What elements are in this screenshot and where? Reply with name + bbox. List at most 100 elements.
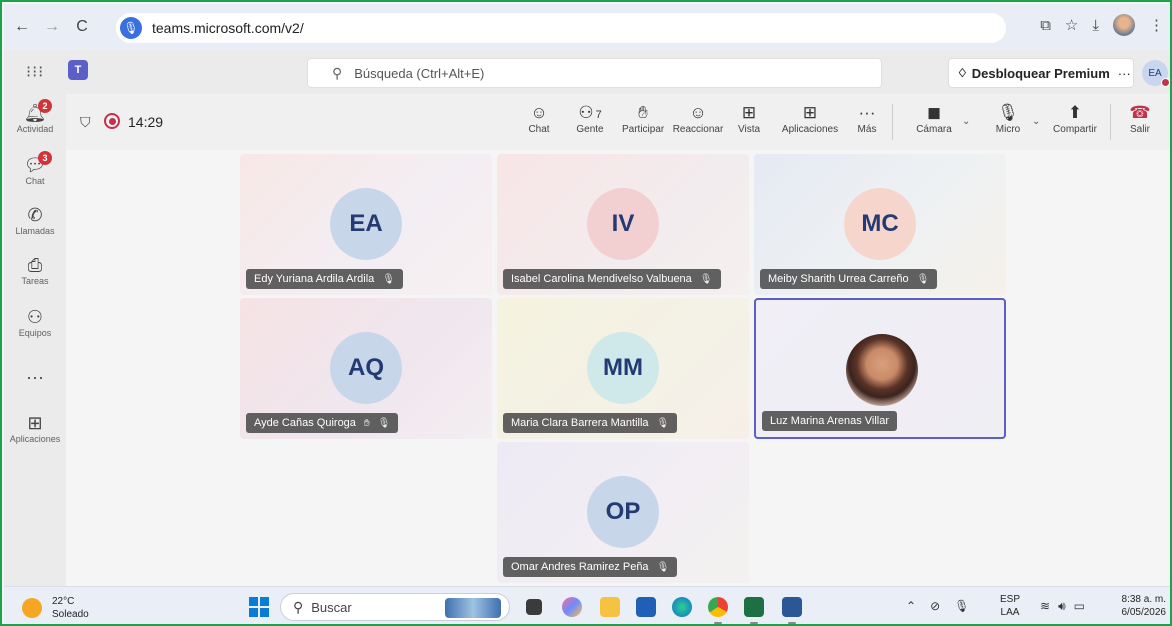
mic-tray-icon[interactable]: 🎙︎ [954, 599, 969, 613]
rail-label-apps: Aplicaciones [9, 434, 61, 444]
grid-icon: ⊞ [741, 103, 757, 122]
apps-button[interactable]: ⊞ Aplicaciones [780, 102, 840, 135]
battery-icon: ▭ [1073, 599, 1085, 613]
store-icon[interactable] [636, 597, 656, 617]
quick-settings[interactable]: ≋ 🔊︎ ▭ [1040, 599, 1085, 614]
reload-icon[interactable]: C [70, 15, 94, 39]
avatar: AQ [330, 332, 402, 404]
mic-options-icon[interactable]: ⌄ [1032, 116, 1040, 127]
rail-item-tasks[interactable]: ⎙ Tareas [4, 254, 66, 286]
word-icon[interactable] [782, 597, 802, 624]
chat-button[interactable]: ☺ Chat [528, 102, 550, 135]
view-button[interactable]: ⊞ Vista [738, 102, 760, 135]
share-button[interactable]: ⬆︎ Compartir [1050, 102, 1100, 135]
excel-icon[interactable] [744, 597, 764, 624]
participant-tile[interactable]: MM Maria Clara Barrera Mantilla 🎙︎ [497, 298, 749, 439]
shield-icon: ⛉ [80, 114, 91, 130]
participant-name-tag: Meiby Sharith Urrea Carreño 🎙︎ [760, 269, 938, 289]
rail-item-more[interactable]: ··· [4, 366, 66, 388]
task-view-icon[interactable] [526, 599, 542, 615]
teams-header: ⁝⁝⁝ T ⚲ Búsqueda (Ctrl+Alt+E) ♢ Desbloqu… [4, 50, 1170, 94]
mic-label: Micro [995, 124, 1021, 135]
weather-widget[interactable]: 22°C Soleado [22, 595, 89, 621]
participant-tile[interactable]: AQ Ayde Cañas Quiroga ✋︎ 🎙︎ [240, 298, 492, 439]
mic-permission-icon[interactable]: 🎙 [120, 17, 142, 39]
system-tray: ⌃ ⊘ 🎙︎ [906, 599, 969, 613]
participant-tile[interactable]: EA Edy Yuriana Ardila Ardila 🎙︎ [240, 154, 492, 295]
mic-off-icon: 🎙︎ [377, 417, 391, 429]
raise-hand-button[interactable]: ✋︎ Participar [622, 102, 664, 135]
user-initials: EA [1148, 67, 1162, 79]
bell-icon: 🔔︎ 2 [4, 99, 66, 124]
divider [892, 104, 893, 140]
mic-button[interactable]: 🎙︎ Micro [992, 102, 1024, 135]
leave-button[interactable]: ☎︎ Salir [1128, 102, 1152, 135]
rail-label-chat: Chat [25, 176, 45, 186]
camera-label: Cámara [916, 124, 952, 135]
share-label: Compartir [1053, 124, 1097, 135]
rail-item-calls[interactable]: ✆ Llamadas [4, 204, 66, 236]
back-icon[interactable]: ← [10, 15, 34, 39]
teams-logo-icon: T [68, 60, 88, 80]
show-hidden-icons-icon[interactable]: ⌃ [906, 599, 916, 613]
rail-item-chat[interactable]: 💬︎ 3 Chat [4, 151, 66, 186]
diamond-icon: ♢ [957, 66, 968, 80]
premium-button[interactable]: ♢ Desbloquear Premium ··· [948, 58, 1134, 88]
mic-off-icon: 🎙︎ [997, 103, 1019, 122]
activity-badge: 2 [38, 99, 52, 113]
file-explorer-icon[interactable] [600, 597, 620, 617]
app-launcher-icon[interactable]: ⁝⁝⁝ [26, 62, 44, 82]
clock-date: 6/05/2026 [1121, 607, 1167, 618]
kebab-menu-icon[interactable]: ⋮ [1149, 16, 1164, 34]
react-label: Reaccionar [672, 124, 724, 135]
copilot-icon[interactable] [562, 597, 582, 617]
raise-hand-icon: ✋︎ [363, 417, 370, 429]
participant-name: Isabel Carolina Mendivelso Valbuena [511, 273, 692, 285]
cast-icon[interactable]: ⧉ [1040, 17, 1051, 34]
chrome-icon[interactable] [708, 597, 728, 624]
phone-icon: ✆ [27, 205, 43, 225]
download-icon[interactable]: ⤓ [1092, 17, 1099, 34]
taskbar-search[interactable]: ⚲ Buscar [280, 593, 510, 621]
leave-label: Salir [1129, 124, 1150, 135]
participant-name-tag: Omar Andres Ramirez Peña 🎙︎ [503, 557, 678, 577]
edge-icon[interactable] [672, 597, 692, 617]
mic-off-icon: 🎙︎ [699, 273, 713, 285]
camera-options-icon[interactable]: ⌄ [962, 116, 970, 127]
rail-item-teams[interactable]: ⚇ Equipos [4, 306, 66, 338]
mic-off-icon: 🎙︎ [382, 273, 395, 285]
search-input[interactable]: ⚲ Búsqueda (Ctrl+Alt+E) [307, 58, 882, 88]
camera-tray-icon[interactable]: ⊘ [930, 599, 940, 613]
avatar: MM [587, 332, 659, 404]
sun-icon [22, 598, 42, 618]
windows-start-icon[interactable] [249, 597, 269, 617]
people-button[interactable]: ⚇ 7 Gente [576, 102, 604, 135]
profile-avatar-icon[interactable] [1113, 14, 1135, 36]
more-label: Más [857, 124, 877, 135]
participant-tile[interactable]: MC Meiby Sharith Urrea Carreño 🎙︎ [754, 154, 1006, 295]
participant-tile-active-speaker[interactable]: Luz Marina Arenas Villar [754, 298, 1006, 439]
clock[interactable]: 8:38 a. m. 6/05/2026 [1114, 593, 1167, 619]
user-avatar[interactable]: EA [1142, 60, 1170, 87]
avatar: EA [330, 188, 402, 260]
participant-name: Luz Marina Arenas Villar [770, 415, 890, 427]
language-indicator[interactable]: ESP LAA [1000, 593, 1020, 619]
forward-icon[interactable]: → [40, 15, 64, 39]
recording-icon [104, 113, 120, 129]
participant-tile[interactable]: IV Isabel Carolina Mendivelso Valbuena 🎙︎ [497, 154, 749, 295]
rail-label-calls: Llamadas [15, 226, 55, 236]
more-button[interactable]: ··· Más [856, 102, 878, 135]
address-bar[interactable]: 🎙 teams.microsoft.com/v2/ [116, 13, 1006, 43]
clock-time: 8:38 a. m. [1121, 594, 1166, 605]
camera-button[interactable]: ◼︎ Cámara [914, 102, 954, 135]
more-options-icon[interactable]: ··· [1118, 66, 1131, 81]
search-highlight-image [445, 598, 501, 618]
hand-icon: ✋︎ [638, 103, 648, 122]
avatar: IV [587, 188, 659, 260]
participant-tile[interactable]: OP Omar Andres Ramirez Peña 🎙︎ [497, 442, 749, 583]
react-button[interactable]: ☺ Reaccionar [672, 102, 724, 135]
rail-item-apps[interactable]: ⊞ Aplicaciones [4, 412, 66, 444]
weather-condition: Soleado [52, 609, 89, 620]
rail-item-activity[interactable]: 🔔︎ 2 Actividad [4, 99, 66, 134]
bookmark-star-icon[interactable]: ☆ [1065, 16, 1078, 34]
